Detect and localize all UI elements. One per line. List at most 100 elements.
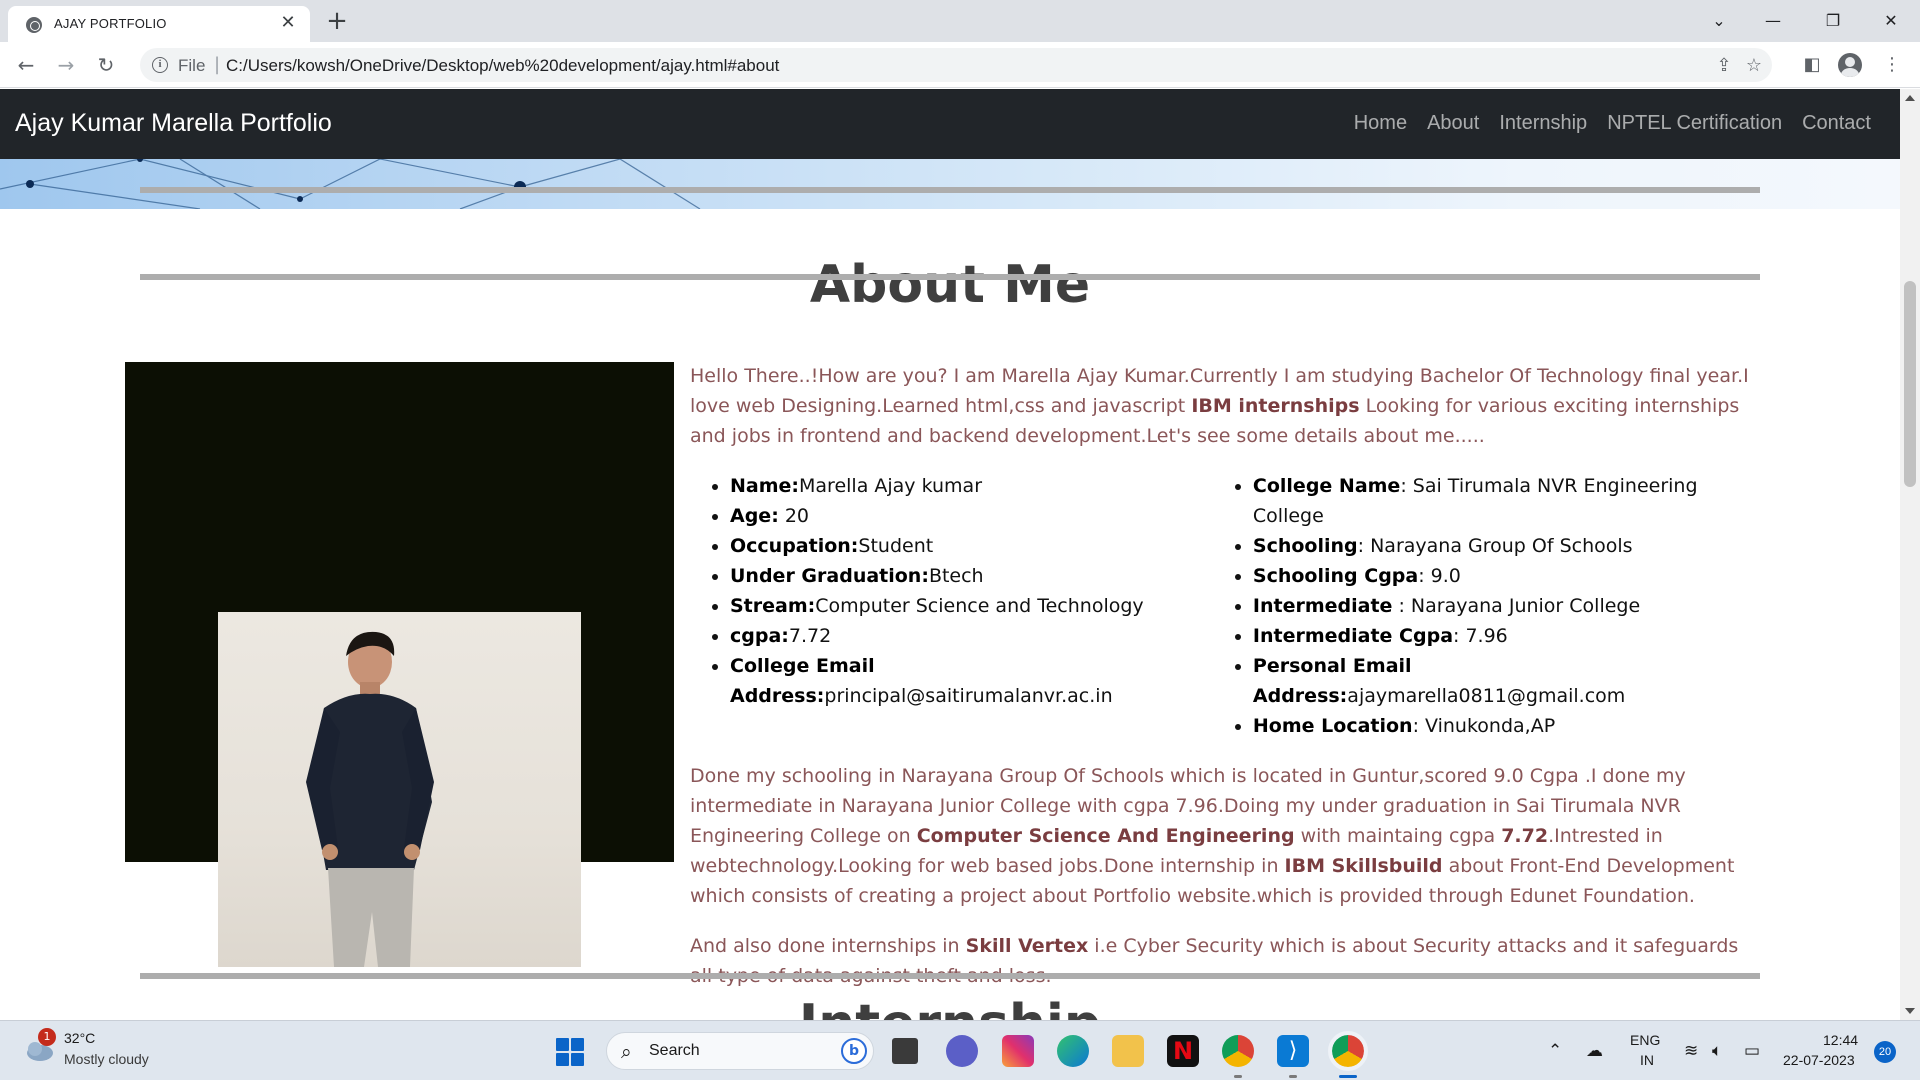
detail-label: Home Location: [1252, 715, 1413, 737]
bookmark-star-icon[interactable]: ☆: [1742, 54, 1766, 78]
back-icon[interactable]: ←: [12, 51, 40, 79]
detail-item: Home Location: Vinukonda,AP: [1253, 711, 1762, 741]
teams-chat-icon[interactable]: [946, 1035, 978, 1067]
battery-icon[interactable]: ▭: [1744, 1041, 1760, 1061]
clock-date[interactable]: 22-07-2023: [1783, 1052, 1855, 1068]
internship-heading: Internship: [0, 994, 1900, 1020]
minimize-button[interactable]: —: [1750, 6, 1796, 36]
profile-photo: [218, 612, 581, 967]
hero-banner-image: [0, 159, 1900, 209]
detail-item: College Email Address:principal@saitirum…: [730, 651, 1213, 711]
browser-menu-icon[interactable]: ⋮: [1878, 51, 1906, 79]
close-tab-icon[interactable]: ✕: [276, 11, 300, 35]
tray-overflow-icon[interactable]: ⌃: [1548, 1041, 1562, 1061]
new-tab-button[interactable]: +: [322, 8, 352, 38]
weather-temperature[interactable]: 32°C: [64, 1030, 95, 1046]
highlight-text: 7.72: [1501, 825, 1549, 847]
section-divider: [140, 973, 1760, 979]
url-text[interactable]: C:/Users/kowsh/OneDrive/Desktop/web%20de…: [226, 56, 779, 76]
nav-link-contact[interactable]: Contact: [1802, 112, 1871, 135]
paragraph-text: with maintaing cgpa: [1294, 825, 1502, 847]
highlight-text: Computer Science And Engineering: [916, 825, 1295, 847]
bing-icon[interactable]: b: [841, 1038, 867, 1064]
edge-icon[interactable]: [1057, 1035, 1089, 1067]
taskbar-search[interactable]: ⌕ Search b: [606, 1032, 874, 1070]
clock-time[interactable]: 12:44: [1823, 1032, 1858, 1048]
windows-start-icon[interactable]: [556, 1038, 584, 1066]
section-divider: [140, 274, 1760, 280]
task-view-icon[interactable]: [892, 1038, 918, 1064]
page-scrollbar[interactable]: [1900, 89, 1920, 1020]
nav-link-nptel[interactable]: NPTEL Certification: [1607, 112, 1782, 135]
wifi-icon[interactable]: ≋: [1684, 1041, 1698, 1061]
intro-paragraph: Hello There..!How are you? I am Marella …: [690, 361, 1762, 451]
detail-item: Name:Marella Ajay kumar: [730, 471, 1213, 501]
instagram-icon[interactable]: [1002, 1035, 1034, 1067]
chrome-active-icon[interactable]: [1328, 1031, 1368, 1071]
detail-value: : 7.96: [1453, 625, 1508, 647]
detail-item: Schooling: Narayana Group Of Schools: [1253, 531, 1762, 561]
onedrive-cloud-icon[interactable]: ☁: [1586, 1041, 1603, 1061]
reload-icon[interactable]: ↻: [92, 51, 120, 79]
restore-button[interactable]: ❐: [1810, 6, 1856, 36]
netflix-icon[interactable]: N: [1167, 1035, 1199, 1067]
detail-item: Under Graduation:Btech: [730, 561, 1213, 591]
site-brand[interactable]: Ajay Kumar Marella Portfolio: [15, 109, 332, 138]
detail-item: Personal Email Address:ajaymarella0811@g…: [1253, 651, 1762, 711]
site-info-icon[interactable]: i: [152, 57, 168, 73]
tab-search-icon[interactable]: ⌄: [1696, 6, 1742, 36]
detail-label: Age:: [730, 505, 779, 527]
region-indicator[interactable]: IN: [1640, 1052, 1654, 1068]
scroll-down-arrow-icon[interactable]: [1905, 1008, 1915, 1014]
tab-title: AJAY PORTFOLIO: [54, 16, 167, 31]
language-indicator[interactable]: ENG: [1630, 1032, 1660, 1048]
detail-value: : Narayana Group Of Schools: [1357, 535, 1633, 557]
detail-item: cgpa:7.72: [730, 621, 1213, 651]
scrollbar-thumb[interactable]: [1904, 281, 1916, 487]
about-text-column: Hello There..!How are you? I am Marella …: [690, 361, 1762, 991]
scroll-up-arrow-icon[interactable]: [1905, 95, 1915, 101]
internship-paragraph: And also done internships in Skill Verte…: [690, 931, 1762, 991]
vscode-icon[interactable]: ⟩: [1277, 1035, 1309, 1067]
nav-link-internship[interactable]: Internship: [1499, 112, 1587, 135]
nav-link-home[interactable]: Home: [1354, 112, 1407, 135]
detail-label: College Name: [1252, 475, 1401, 497]
highlight-text: IBM Skillsbuild: [1284, 855, 1443, 877]
profile-avatar-icon[interactable]: [1838, 53, 1862, 77]
notification-count-badge[interactable]: 20: [1874, 1041, 1896, 1063]
url-scheme-label: File: [178, 56, 206, 75]
detail-label: Schooling Cgpa: [1252, 565, 1419, 587]
about-heading: About Me: [809, 255, 1091, 315]
nav-link-about[interactable]: About: [1427, 112, 1479, 135]
forward-icon[interactable]: →: [52, 51, 80, 79]
chrome-icon[interactable]: [1222, 1035, 1254, 1067]
detail-label: Schooling: [1252, 535, 1358, 557]
detail-item: Occupation:Student: [730, 531, 1213, 561]
detail-value: : Vinukonda,AP: [1412, 715, 1556, 737]
browser-tab[interactable]: AJAY PORTFOLIO ✕: [8, 6, 310, 42]
details-list-right: College Name: Sai Tirumala NVR Engineeri…: [1213, 471, 1762, 741]
detail-item: Stream:Computer Science and Technology: [730, 591, 1213, 621]
active-indicator: [1339, 1075, 1357, 1078]
detail-item: Intermediate : Narayana Junior College: [1253, 591, 1762, 621]
person-figure: [306, 631, 434, 967]
running-indicator: [1289, 1075, 1297, 1078]
detail-value: ajaymarella0811@gmail.com: [1347, 685, 1626, 707]
file-explorer-icon[interactable]: [1112, 1035, 1144, 1067]
share-icon[interactable]: ⇪: [1712, 54, 1736, 78]
detail-label: cgpa:: [730, 625, 789, 647]
detail-label: Name:: [730, 475, 800, 497]
browser-tab-strip: AJAY PORTFOLIO ✕ + ⌄ — ❐ ✕: [0, 0, 1920, 42]
detail-label: Occupation:: [730, 535, 859, 557]
address-bar[interactable]: i File | C:/Users/kowsh/OneDrive/Desktop…: [140, 48, 1772, 82]
weather-description[interactable]: Mostly cloudy: [64, 1051, 149, 1067]
browser-toolbar: ← → ↻ i File | C:/Users/kowsh/OneDrive/D…: [0, 42, 1920, 88]
volume-icon[interactable]: 🔈︎: [1712, 1041, 1722, 1061]
detail-item: Schooling Cgpa: 9.0: [1253, 561, 1762, 591]
section-divider: [140, 187, 1760, 193]
side-panel-icon[interactable]: ◧: [1798, 51, 1826, 79]
search-label: Search: [649, 1042, 700, 1059]
weather-alert-badge: 1: [38, 1028, 56, 1046]
close-window-button[interactable]: ✕: [1868, 6, 1914, 36]
detail-item: Intermediate Cgpa: 7.96: [1253, 621, 1762, 651]
